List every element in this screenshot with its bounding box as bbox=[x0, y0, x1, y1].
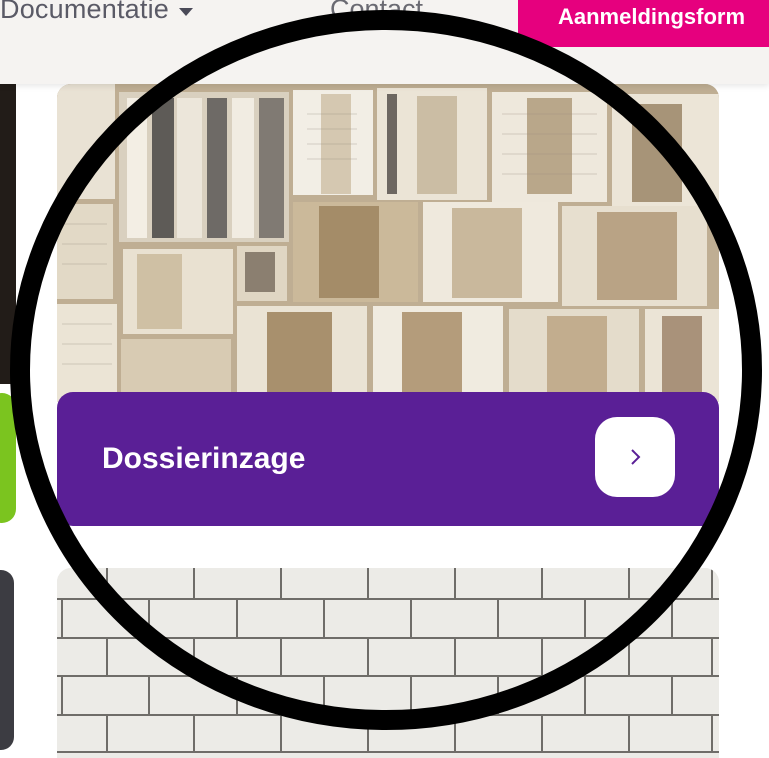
chevron-right-icon bbox=[631, 449, 641, 465]
previous-card-edge bbox=[0, 84, 16, 384]
next-card-image[interactable] bbox=[57, 568, 719, 758]
open-card-button[interactable] bbox=[595, 417, 675, 497]
brick-wall-illustration bbox=[57, 568, 719, 758]
nav-item-documentation[interactable]: Documentatie bbox=[0, 0, 193, 25]
dossierinzage-card[interactable]: Dossierinzage bbox=[57, 84, 719, 526]
card-footer[interactable]: Dossierinzage bbox=[57, 392, 719, 526]
books-wall-image bbox=[57, 84, 719, 402]
nav-item-documentation-label: Documentatie bbox=[0, 0, 169, 24]
card-title: Dossierinzage bbox=[102, 442, 306, 475]
books-illustration bbox=[57, 84, 719, 402]
registration-form-button[interactable]: Aanmeldingsform bbox=[518, 0, 769, 47]
top-navigation-bar: Documentatie Contact Aanmeldingsform bbox=[0, 0, 769, 84]
green-card-edge bbox=[0, 393, 16, 523]
dark-card-edge bbox=[0, 570, 14, 750]
nav-item-contact[interactable]: Contact bbox=[330, 0, 423, 25]
caret-down-icon bbox=[179, 7, 193, 16]
